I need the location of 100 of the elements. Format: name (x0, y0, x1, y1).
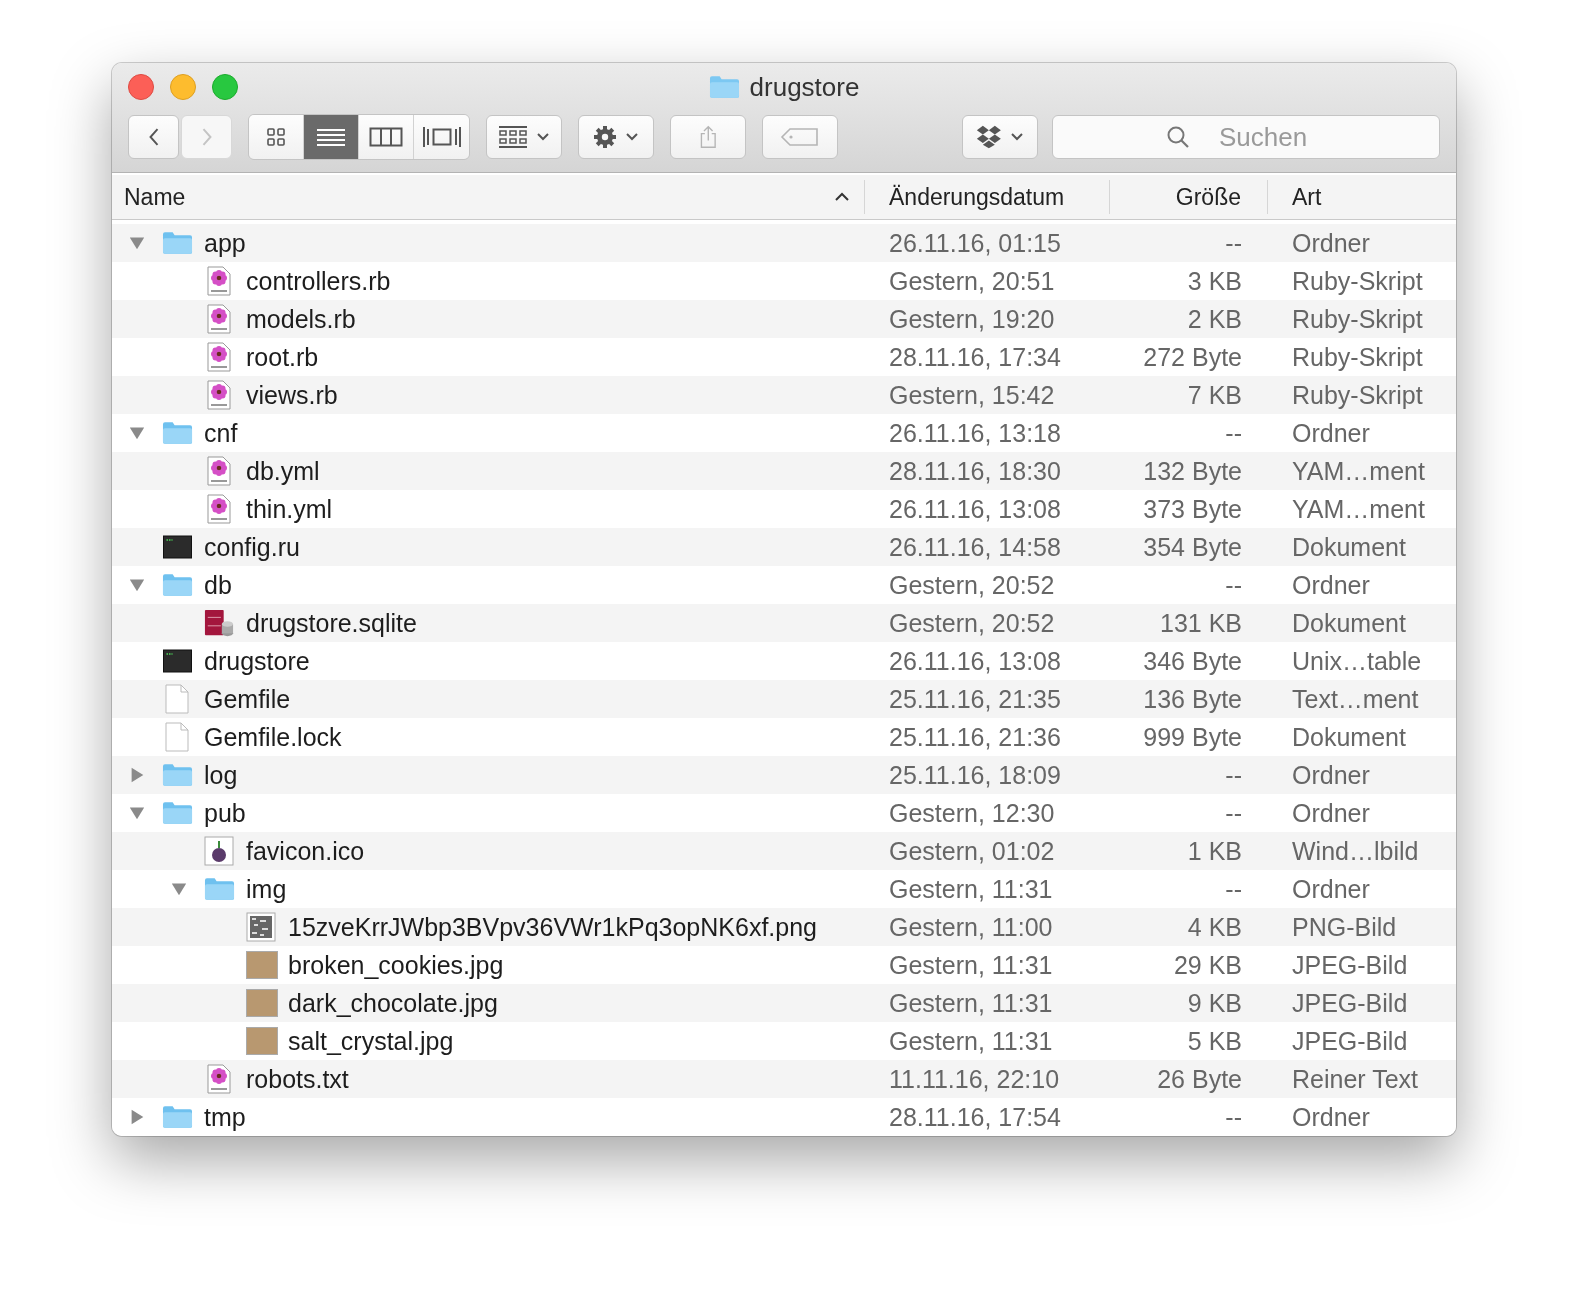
folder-icon (162, 573, 193, 597)
file-row[interactable]: cnf 26.11.16, 13:18 -- Ordner (112, 414, 1456, 452)
file-row[interactable]: db.yml 28.11.16, 18:30 132 Byte YAM…ment (112, 452, 1456, 490)
file-type: JPEG-Bild (1291, 950, 1409, 980)
file-row[interactable]: views.rb Gestern, 15:42 7 KB Ruby-Skript (112, 376, 1456, 414)
file-name: db (204, 570, 232, 600)
file-name: tmp (204, 1102, 246, 1132)
photo-placeholder (246, 1027, 278, 1055)
folder-icon (162, 1105, 193, 1129)
file-size: 4 KB (1186, 912, 1243, 942)
column-header[interactable]: Name (124, 183, 186, 211)
file-row[interactable]: tmp 28.11.16, 17:54 -- Ordner (112, 1098, 1456, 1136)
file-type: Ordner (1291, 798, 1371, 828)
file-size: -- (1224, 228, 1243, 258)
file-type: Ordner (1291, 1102, 1371, 1132)
file-row[interactable]: models.rb Gestern, 19:20 2 KB Ruby-Skript (112, 300, 1456, 338)
file-row[interactable]: salt_crystal.jpg Gestern, 11:31 5 KB JPEG-Bild (112, 1022, 1456, 1060)
file-name: drugstore (204, 646, 310, 676)
file-size: 272 Byte (1142, 342, 1243, 372)
file-row[interactable]: Gemfile 25.11.16, 21:35 136 Byte Text…ment (112, 680, 1456, 718)
flower-document-icon (207, 342, 231, 372)
file-size: 354 Byte (1142, 532, 1243, 562)
folder-icon (162, 421, 193, 445)
file-row[interactable]: dark_chocolate.jpg Gestern, 11:31 9 KB JPEG-Bild (112, 984, 1456, 1022)
file-row[interactable]: db Gestern, 20:52 -- Ordner (112, 566, 1456, 604)
icons-view-button[interactable] (249, 115, 304, 159)
file-row[interactable]: thin.yml 26.11.16, 13:08 373 Byte YAM…ment (112, 490, 1456, 528)
file-row[interactable]: drugstore 26.11.16, 13:08 346 Byte Unix…table (112, 642, 1456, 680)
close-button[interactable] (128, 74, 154, 100)
date-modified: 26.11.16, 01:15 (888, 228, 1062, 258)
file-name: broken_cookies.jpg (288, 950, 504, 980)
date-modified: 25.11.16, 21:35 (888, 684, 1062, 714)
file-type: Ruby-Skript (1291, 266, 1424, 296)
share-button[interactable] (670, 115, 746, 159)
file-size: -- (1224, 760, 1243, 790)
file-row[interactable]: log 25.11.16, 18:09 -- Ordner (112, 756, 1456, 794)
file-name: thin.yml (246, 494, 333, 524)
arrange-button[interactable] (486, 115, 562, 159)
file-row[interactable]: pub Gestern, 12:30 -- Ordner (112, 794, 1456, 832)
date-modified: 26.11.16, 13:18 (888, 418, 1062, 448)
file-row[interactable]: robots.txt 11.11.16, 22:10 26 Byte Reiner Text (112, 1060, 1456, 1098)
file-size: 7 KB (1186, 380, 1243, 410)
columns-view-button[interactable] (359, 115, 414, 159)
file-type: Dokument (1291, 608, 1407, 638)
onion-image-icon (204, 836, 234, 866)
zoom-button[interactable] (212, 74, 238, 100)
window-title: drugstore (749, 71, 860, 103)
file-type: Reiner Text (1291, 1064, 1419, 1094)
file-row[interactable]: broken_cookies.jpg Gestern, 11:31 29 KB JPEG-Bild (112, 946, 1456, 984)
caret-icon (536, 132, 550, 142)
file-size: 999 Byte (1142, 722, 1243, 752)
folder-icon (162, 763, 193, 787)
file-name: drugstore.sqlite (246, 608, 417, 638)
minimize-button[interactable] (170, 74, 196, 100)
document-icon (165, 722, 189, 752)
file-type: Wind…lbild (1291, 836, 1420, 866)
file-type: Dokument (1291, 532, 1407, 562)
date-modified: 11.11.16, 22:10 (888, 1064, 1061, 1094)
file-name: views.rb (246, 380, 338, 410)
sort-ascending-icon[interactable] (834, 192, 850, 202)
folder-icon (162, 801, 193, 825)
caret-icon (625, 132, 639, 142)
file-name: root.rb (246, 342, 319, 372)
list-view-button[interactable] (304, 115, 359, 159)
file-row[interactable]: config.ru 26.11.16, 14:58 354 Byte Dokument (112, 528, 1456, 566)
file-name: models.rb (246, 304, 356, 334)
file-row[interactable]: drugstore.sqlite Gestern, 20:52 131 KB Dokument (112, 604, 1456, 642)
file-row[interactable]: 15zveKrrJWbp3BVpv36VWr1kPq3opNK6xf.png Gestern, 11:00 4 KB PNG-Bild (112, 908, 1456, 946)
column-header[interactable]: Größe (1175, 183, 1241, 211)
file-type: Ordner (1291, 228, 1371, 258)
back-button[interactable] (128, 115, 179, 159)
file-type: Ordner (1291, 874, 1371, 904)
file-row[interactable]: root.rb 28.11.16, 17:34 272 Byte Ruby-Skript (112, 338, 1456, 376)
terminal-icon (162, 535, 193, 559)
terminal-icon (162, 649, 193, 673)
dropbox-button[interactable] (962, 115, 1038, 159)
file-row[interactable]: app 26.11.16, 01:15 -- Ordner (112, 224, 1456, 262)
file-row[interactable]: img Gestern, 11:31 -- Ordner (112, 870, 1456, 908)
date-modified: Gestern, 11:31 (888, 1026, 1054, 1056)
action-button[interactable] (578, 115, 654, 159)
column-header[interactable]: Art (1292, 183, 1322, 211)
file-type: Ordner (1291, 418, 1371, 448)
file-type: JPEG-Bild (1291, 988, 1409, 1018)
search-icon (1166, 125, 1190, 149)
file-type: PNG-Bild (1291, 912, 1398, 942)
file-row[interactable]: favicon.ico Gestern, 01:02 1 KB Wind…lbild (112, 832, 1456, 870)
date-modified: 25.11.16, 18:09 (888, 760, 1062, 790)
file-row[interactable]: controllers.rb Gestern, 20:51 3 KB Ruby-Skript (112, 262, 1456, 300)
date-modified: Gestern, 11:31 (888, 874, 1054, 904)
file-size: -- (1224, 1102, 1243, 1132)
folder-icon (204, 877, 235, 901)
column-header[interactable]: Änderungsdatum (889, 183, 1065, 211)
file-row[interactable]: Gemfile.lock 25.11.16, 21:36 999 Byte Dokument (112, 718, 1456, 756)
file-name: cnf (204, 418, 238, 448)
search-field[interactable]: Suchen (1052, 115, 1440, 159)
cover-flow-icon (421, 125, 462, 149)
flower-document-icon (207, 1064, 231, 1094)
open-box-icon (976, 125, 1002, 149)
coverflow-view-button[interactable] (414, 115, 469, 159)
date-modified: Gestern, 12:30 (888, 798, 1056, 828)
